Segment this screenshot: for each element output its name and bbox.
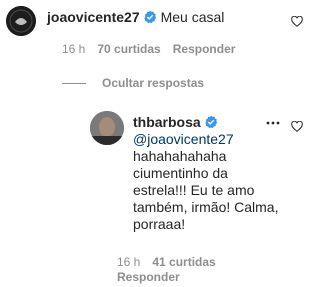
- avatar-thbarbosa[interactable]: [90, 111, 124, 145]
- reply-reply-button[interactable]: Responder: [117, 270, 180, 284]
- verified-badge-icon: [143, 10, 157, 24]
- comment-text-line: joaovicente27 Meu casal: [47, 9, 277, 26]
- reply-text-line: também, irmão! Calma,: [133, 199, 279, 215]
- comment-text: Meu casal: [160, 9, 225, 25]
- comment-reply-button[interactable]: Responder: [173, 42, 236, 56]
- reply-text-line: porraaa!: [133, 216, 186, 232]
- hide-replies-toggle[interactable]: Ocultar respostas: [62, 76, 204, 90]
- reply-body: thbarbosa @joaovicente27 hahahahahaha ci…: [133, 114, 283, 233]
- heart-icon[interactable]: [291, 121, 303, 132]
- reply-likes[interactable]: 41 curtidas: [152, 255, 215, 269]
- comment-username[interactable]: joaovicente27: [47, 9, 140, 25]
- verified-badge-icon: [204, 115, 218, 129]
- heart-icon[interactable]: [291, 16, 303, 27]
- comment-likes[interactable]: 70 curtidas: [97, 42, 160, 56]
- reply-meta: 16 h 41 curtidas: [117, 255, 216, 269]
- more-options-icon[interactable]: [266, 121, 280, 125]
- reply-mention[interactable]: @joaovicente27: [133, 131, 283, 148]
- reply-username[interactable]: thbarbosa: [133, 114, 201, 130]
- reply-meta-second-line: Responder: [117, 270, 180, 284]
- divider-dash: [62, 82, 86, 84]
- reply-time: 16 h: [117, 255, 141, 269]
- hide-replies-label: Ocultar respostas: [102, 76, 205, 90]
- reply-text-line: estrela!!! Eu te amo: [133, 182, 255, 198]
- reply-text-line: ciumentinho da: [133, 165, 228, 181]
- reply-text-line: hahahahahaha: [133, 148, 227, 164]
- avatar-joaovicente27[interactable]: [6, 6, 36, 36]
- comment-time: 16 h: [62, 42, 86, 56]
- comment-meta: 16 h 70 curtidas Responder: [62, 42, 235, 56]
